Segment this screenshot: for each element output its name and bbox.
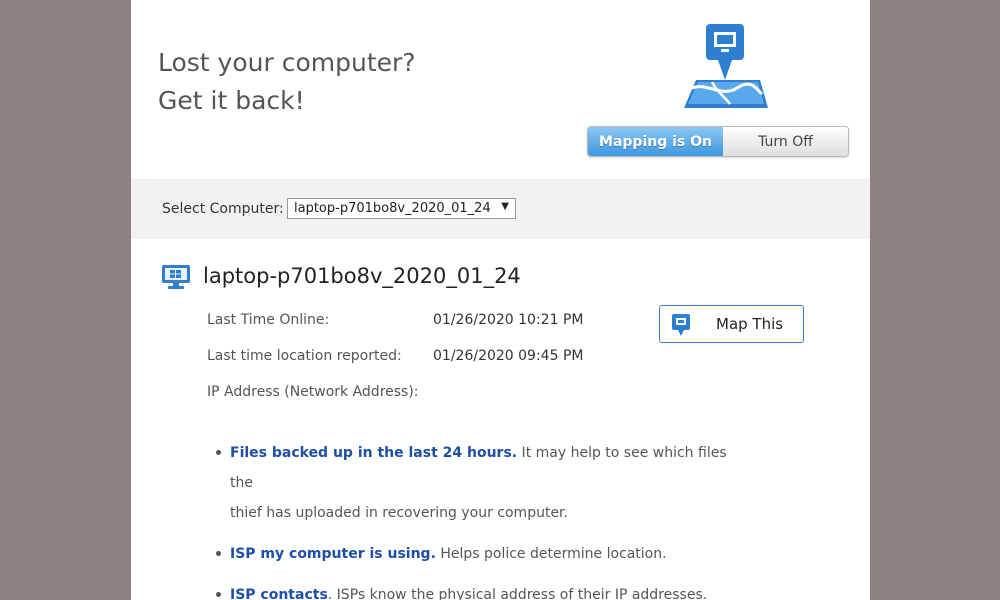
computer-name: laptop-p701bo8v_2020_01_24 [203,264,521,288]
computer-select-bar: Select Computer: laptop-p701bo8v_2020_01… [131,179,870,239]
title-line-2: Get it back! [158,86,305,115]
map-pin-icon [672,314,690,336]
computer-select-dropdown[interactable]: laptop-p701bo8v_2020_01_24 ▼ [287,198,516,219]
last-location-label: Last time location reported: [207,348,402,364]
select-computer-label: Select Computer: [162,201,284,217]
map-location-icon [684,24,768,108]
bullet-icon [216,592,221,597]
map-this-button[interactable]: Map This [659,305,804,343]
last-location-value: 01/26/2020 09:45 PM [433,348,584,364]
main-panel: Lost your computer? Get it back! Mapping… [131,0,870,600]
bullet-icon [216,551,221,556]
title-line-1: Lost your computer? [158,48,416,77]
mapping-toggle[interactable]: Mapping is On Turn Off [587,126,849,157]
selected-computer-value: laptop-p701bo8v_2020_01_24 [294,201,491,216]
files-backed-up-link[interactable]: Files backed up in the last 24 hours. [230,445,517,461]
help-list: Files backed up in the last 24 hours. It… [216,438,736,600]
ip-address-label: IP Address (Network Address): [207,384,419,400]
isp-using-text: Helps police determine location. [435,546,667,562]
isp-using-link[interactable]: ISP my computer is using. [230,546,436,562]
list-item: ISP my computer is using. Helps police d… [216,539,736,569]
turn-off-button[interactable]: Turn Off [723,127,848,156]
files-backed-up-text-cont: thief has uploaded in recovering your co… [230,505,568,521]
last-online-value: 01/26/2020 10:21 PM [433,312,584,328]
list-item: ISP contacts. ISPs know the physical add… [216,580,736,600]
list-item: Files backed up in the last 24 hours. It… [216,438,736,528]
isp-contacts-text: . ISPs know the physical address of thei… [327,587,708,600]
windows-monitor-icon [162,265,190,289]
mapping-on-button[interactable]: Mapping is On [588,127,723,156]
dropdown-arrow-icon: ▼ [501,201,509,212]
isp-contacts-link[interactable]: ISP contacts [230,587,328,600]
bullet-icon [216,450,221,455]
last-online-label: Last Time Online: [207,312,330,328]
map-this-label: Map This [716,315,784,333]
page-title: Lost your computer? Get it back! [158,44,416,120]
